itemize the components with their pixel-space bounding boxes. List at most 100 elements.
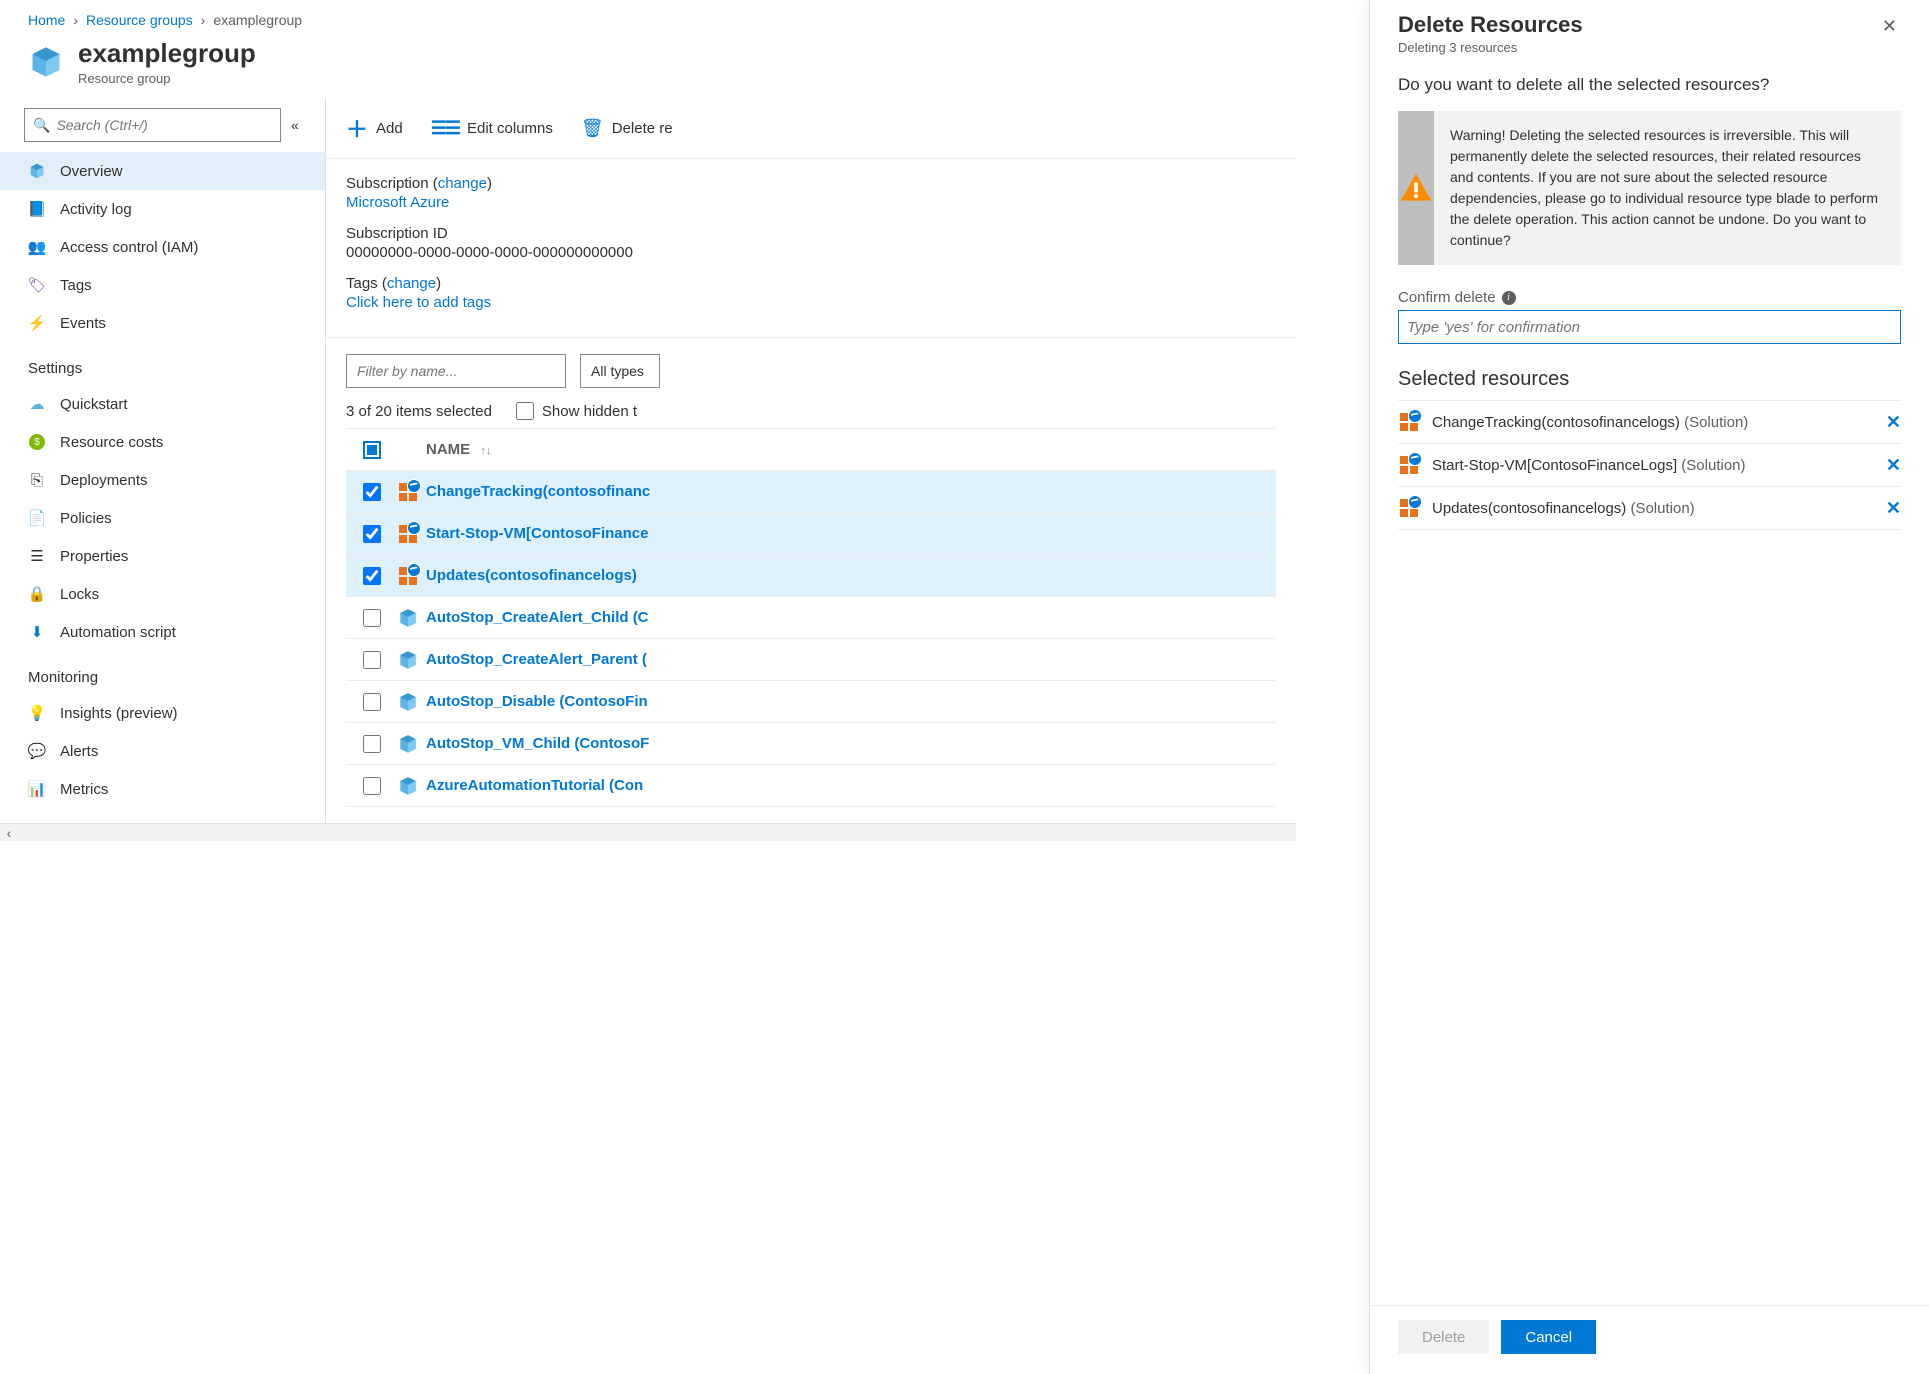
panel-title: Delete Resources xyxy=(1398,12,1583,38)
breadcrumb-resource-groups[interactable]: Resource groups xyxy=(86,12,193,28)
warning-box: Warning! Deleting the selected resources… xyxy=(1398,111,1901,265)
table-row[interactable]: Start-Stop-VM[ContosoFinance xyxy=(346,513,1276,555)
settings-section-label: Settings xyxy=(0,342,325,385)
resource-name[interactable]: AzureAutomationTutorial (Con xyxy=(426,777,1268,794)
table-row[interactable]: Updates(contosofinancelogs) xyxy=(346,555,1276,597)
remove-selected-button[interactable]: ✕ xyxy=(1886,412,1901,433)
resource-name[interactable]: AutoStop_CreateAlert_Parent ( xyxy=(426,651,1268,668)
row-checkbox[interactable] xyxy=(363,651,381,669)
breadcrumb-home[interactable]: Home xyxy=(28,12,65,28)
confirm-delete-label: Confirm delete i xyxy=(1398,289,1901,306)
subscription-value[interactable]: Microsoft Azure xyxy=(346,194,449,211)
resource-name[interactable]: Start-Stop-VM[ContosoFinance xyxy=(426,525,1268,542)
table-row[interactable]: AutoStop_Disable (ContosoFin xyxy=(346,681,1276,723)
type-filter-label: All types xyxy=(591,363,644,379)
resource-name[interactable]: AutoStop_Disable (ContosoFin xyxy=(426,693,1268,710)
sidebar-item-activity-log[interactable]: 📘Activity log xyxy=(0,190,325,228)
row-checkbox[interactable] xyxy=(363,567,381,585)
sidebar-item-label: Access control (IAM) xyxy=(60,239,198,256)
add-button[interactable]: ＋ Add xyxy=(346,112,403,144)
row-checkbox[interactable] xyxy=(363,735,381,753)
selected-resource-row: Updates(contosofinancelogs) (Solution) ✕ xyxy=(1398,486,1901,530)
alert-icon: 💬 xyxy=(28,742,46,760)
edit-columns-button[interactable]: ☰☰ Edit columns xyxy=(431,118,553,139)
sidebar-item-label: Activity log xyxy=(60,201,132,218)
delete-rg-button[interactable]: 🗑 Delete re xyxy=(581,118,673,139)
table-header: NAME ↑↓ xyxy=(346,429,1276,471)
table-row[interactable]: ChangeTracking(contosofinanc xyxy=(346,471,1276,513)
sidebar-item-label: Locks xyxy=(60,586,99,603)
sidebar-search[interactable]: 🔍 xyxy=(24,108,281,142)
subscription-id-value: 00000000-0000-0000-0000-000000000000 xyxy=(346,244,1276,261)
row-checkbox[interactable] xyxy=(363,609,381,627)
name-column-header[interactable]: NAME xyxy=(426,441,470,458)
sidebar-item-tags[interactable]: 🏷Tags xyxy=(0,266,325,304)
subscription-change-link[interactable]: change xyxy=(438,175,487,192)
chevron-right-icon: › xyxy=(201,12,206,28)
edit-columns-label: Edit columns xyxy=(467,120,553,137)
remove-selected-button[interactable]: ✕ xyxy=(1886,498,1901,519)
tags-add-link[interactable]: Click here to add tags xyxy=(346,294,491,311)
sidebar-item-label: Resource costs xyxy=(60,434,163,451)
sidebar-item-deployments[interactable]: ⎘ Deployments xyxy=(0,461,325,499)
delete-resources-panel: Delete Resources Deleting 3 resources ✕ … xyxy=(1369,0,1929,1374)
deploy-icon: ⎘ xyxy=(28,471,46,489)
remove-selected-button[interactable]: ✕ xyxy=(1886,455,1901,476)
sidebar-item-automation-script[interactable]: ⬇Automation script xyxy=(0,613,325,651)
solution-icon xyxy=(397,523,419,545)
warning-icon xyxy=(1398,170,1434,206)
search-icon: 🔍 xyxy=(33,117,50,134)
scroll-left-icon[interactable]: ‹ xyxy=(0,825,18,841)
type-filter-dropdown[interactable]: All types xyxy=(580,354,660,388)
sidebar-item-insights-preview-[interactable]: 💡Insights (preview) xyxy=(0,694,325,732)
selected-resource-row: Start-Stop-VM[ContosoFinanceLogs] (Solut… xyxy=(1398,443,1901,487)
search-input[interactable] xyxy=(56,117,272,133)
selected-resource-name: ChangeTracking(contosofinancelogs) (Solu… xyxy=(1432,414,1874,431)
essentials: Subscription (change) Microsoft Azure Su… xyxy=(326,159,1296,338)
tags-change-link[interactable]: change xyxy=(387,275,436,292)
resource-name[interactable]: AutoStop_VM_Child (ContosoF xyxy=(426,735,1268,752)
sidebar-item-quickstart[interactable]: ☁Quickstart xyxy=(0,385,325,423)
sidebar-item-label: Deployments xyxy=(60,472,148,489)
row-checkbox[interactable] xyxy=(363,777,381,795)
row-checkbox[interactable] xyxy=(363,483,381,501)
sidebar-item-events[interactable]: ⚡Events xyxy=(0,304,325,342)
solution-icon xyxy=(1398,411,1420,433)
row-checkbox[interactable] xyxy=(363,693,381,711)
selected-resource-row: ChangeTracking(contosofinancelogs) (Solu… xyxy=(1398,400,1901,444)
show-hidden-checkbox[interactable] xyxy=(516,402,534,420)
row-checkbox[interactable] xyxy=(363,525,381,543)
sidebar-item-locks[interactable]: 🔒 Locks xyxy=(0,575,325,613)
close-panel-button[interactable]: ✕ xyxy=(1878,12,1901,41)
sidebar-item-label: Events xyxy=(60,315,106,332)
sidebar-item-access-control-iam-[interactable]: 👥Access control (IAM) xyxy=(0,228,325,266)
delete-button[interactable]: Delete xyxy=(1398,1320,1489,1354)
table-row[interactable]: AutoStop_CreateAlert_Child (C xyxy=(346,597,1276,639)
filter-by-name-input[interactable] xyxy=(346,354,566,388)
table-row[interactable]: AutoStop_VM_Child (ContosoF xyxy=(346,723,1276,765)
sidebar-item-alerts[interactable]: 💬Alerts xyxy=(0,732,325,770)
sidebar-item-overview[interactable]: Overview xyxy=(0,152,325,190)
confirm-delete-input[interactable] xyxy=(1398,310,1901,344)
sidebar-item-metrics[interactable]: 📊Metrics xyxy=(0,770,325,808)
collapse-sidebar-icon[interactable]: « xyxy=(291,117,309,133)
resource-name[interactable]: AutoStop_CreateAlert_Child (C xyxy=(426,609,1268,626)
sidebar-item-resource-costs[interactable]: $Resource costs xyxy=(0,423,325,461)
cancel-button[interactable]: Cancel xyxy=(1501,1320,1596,1354)
delete-rg-label: Delete re xyxy=(612,120,673,137)
lock-icon: 🔒 xyxy=(28,585,46,603)
bulb-icon: 💡 xyxy=(28,704,46,722)
resource-name[interactable]: ChangeTracking(contosofinanc xyxy=(426,483,1268,500)
table-row[interactable]: AutoStop_CreateAlert_Parent ( xyxy=(346,639,1276,681)
tags-label: Tags (change) xyxy=(346,275,1276,292)
chevron-right-icon: › xyxy=(73,12,78,28)
table-row[interactable]: AzureAutomationTutorial (Con xyxy=(346,765,1276,807)
sidebar-item-properties[interactable]: ☰Properties xyxy=(0,537,325,575)
horizontal-scrollbar[interactable]: ‹ xyxy=(0,823,1296,841)
sidebar-item-label: Overview xyxy=(60,163,123,180)
selection-count: 3 of 20 items selected xyxy=(346,403,492,420)
show-hidden-toggle[interactable]: Show hidden t xyxy=(516,402,637,420)
sidebar-item-policies[interactable]: 📄Policies xyxy=(0,499,325,537)
resource-name[interactable]: Updates(contosofinancelogs) xyxy=(426,567,1268,584)
select-all-checkbox[interactable] xyxy=(363,441,381,459)
